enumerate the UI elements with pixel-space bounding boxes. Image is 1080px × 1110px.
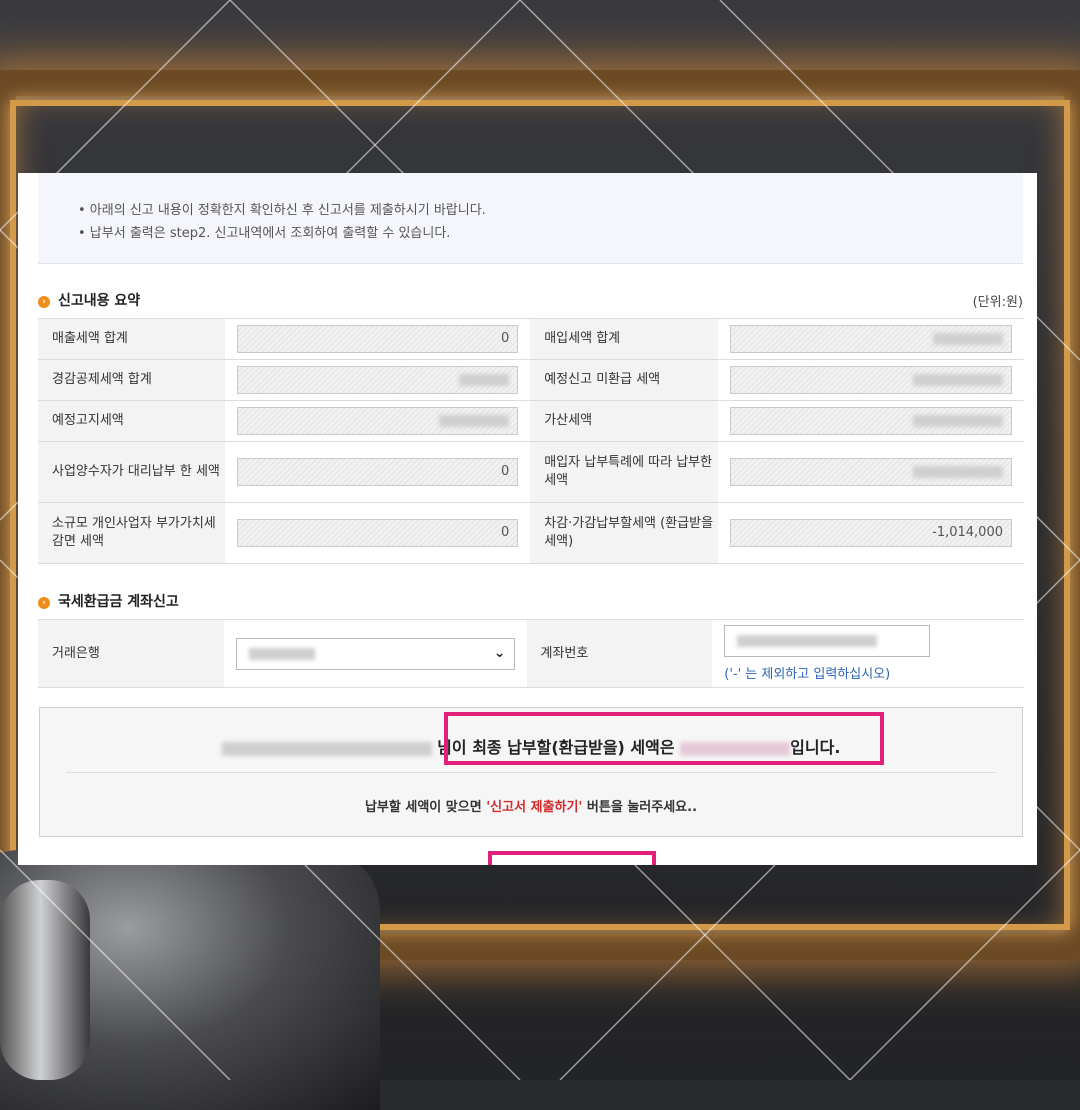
table-row: 사업양수자가 대리납부 한 세액 0 매입자 납부특례에 따라 납부한 세액 (38, 441, 1024, 503)
account-hint: ('-' 는 제외하고 입력하십시오) (724, 667, 891, 682)
notice-box: • 아래의 신고 내용이 정확한지 확인하신 후 신고서를 제출하시기 바랍니다… (38, 173, 1023, 264)
proxy-tax-field: 0 (237, 458, 519, 486)
table-row: 거래은행 ⌄ 계좌번호 ('-' 는 제외하고 입력하십시오) (38, 619, 1024, 688)
chevron-down-icon: ⌄ (493, 644, 506, 661)
special-tax-field (729, 458, 1012, 486)
bullet-icon: › (38, 597, 50, 609)
unit-label: (단위:원) (972, 295, 1023, 310)
highlight-final-tax (444, 712, 884, 765)
blurred-value (737, 635, 878, 647)
account-section-title: › 국세환급금 계좌신고 (38, 591, 179, 611)
label-proxy-tax: 사업양수자가 대리납부 한 세액 (38, 441, 226, 503)
notice-line-1: • 아래의 신고 내용이 정확한지 확인하신 후 신고서를 제출하시기 바랍니다… (78, 203, 486, 218)
reduction-tax-field (237, 366, 519, 394)
notice-tax-field (237, 407, 519, 435)
label-unrefunded-tax: 예정신고 미환급 세액 (530, 359, 718, 401)
divider (66, 772, 996, 773)
additional-tax-field (729, 407, 1012, 435)
blurred-name (221, 741, 432, 756)
label-account-number: 계좌번호 (526, 619, 713, 688)
table-row: 경감공제세액 합계 예정신고 미환급 세액 (38, 359, 1024, 401)
blurred-value (933, 332, 1003, 345)
account-table: 거래은행 ⌄ 계좌번호 ('-' 는 제외하고 입력하십시오) (38, 619, 1024, 688)
blurred-value (248, 647, 315, 660)
label-bank: 거래은행 (38, 619, 224, 688)
blurred-value (459, 373, 510, 386)
label-purchase-tax: 매입세액 합계 (530, 318, 718, 360)
summary-section-title: › 신고내용 요약 (38, 290, 140, 310)
submit-button-reference: '신고서 제출하기' (486, 800, 583, 815)
final-payable-tax-field: -1,014,000 (729, 519, 1012, 547)
summary-table: 매출세액 합계 0 매입세액 합계 경감공제세액 합계 예정신고 미환급 세액 … (38, 318, 1024, 564)
sales-tax-field: 0 (237, 325, 519, 353)
purchase-tax-field (729, 325, 1012, 353)
label-small-business-reduction: 소규모 개인사업자 부가가치세 감면 세액 (38, 502, 226, 564)
tax-return-panel: • 아래의 신고 내용이 정확한지 확인하신 후 신고서를 제출하시기 바랍니다… (18, 173, 1037, 865)
unrefunded-tax-field (729, 366, 1012, 394)
blurred-value (913, 465, 1003, 478)
small-business-reduction-field: 0 (237, 519, 519, 547)
table-row: 예정고지세액 가산세액 (38, 400, 1024, 442)
label-sales-tax: 매출세액 합계 (38, 318, 226, 360)
label-reduction-tax: 경감공제세액 합계 (38, 359, 226, 401)
table-row: 소규모 개인사업자 부가가치세 감면 세액 0 차감·가감납부할세액 (환급받을… (38, 502, 1024, 564)
blurred-value (439, 414, 510, 427)
submit-guide: 납부할 세액이 맞으면 '신고서 제출하기' 버튼을 눌러주세요.. (364, 800, 698, 815)
highlight-submit-button (488, 851, 656, 865)
label-special-tax: 매입자 납부특례에 따라 납부한 세액 (530, 441, 718, 503)
label-notice-tax: 예정고지세액 (38, 400, 226, 442)
bank-select[interactable]: ⌄ (235, 637, 515, 670)
blurred-value (913, 373, 1003, 386)
blurred-value (913, 414, 1003, 427)
label-final-payable-tax: 차감·가감납부할세액 (환급받을세액) (530, 502, 718, 564)
table-row: 매출세액 합계 0 매입세액 합계 (38, 318, 1024, 360)
notice-line-2: • 납부서 출력은 step2. 신고내역에서 조회하여 출력할 수 있습니다. (78, 226, 451, 241)
account-number-input[interactable] (724, 625, 931, 657)
label-additional-tax: 가산세액 (530, 400, 718, 442)
bullet-icon: › (38, 296, 50, 308)
